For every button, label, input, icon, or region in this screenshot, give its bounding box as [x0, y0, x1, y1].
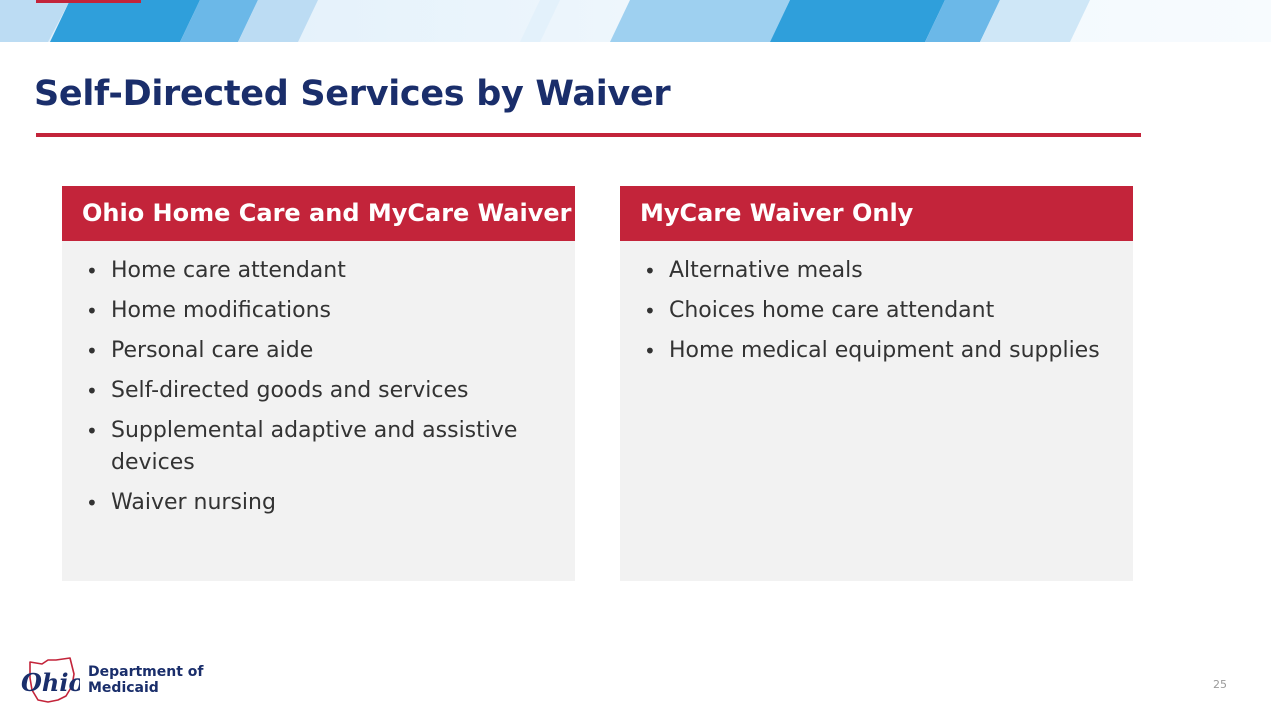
list-item-text: Home medical equipment and supplies	[669, 338, 1100, 363]
list-item: • Personal care aide	[84, 335, 555, 367]
panel-header: Ohio Home Care and MyCare Waiver	[62, 186, 575, 241]
list-item: • Choices home care attendant	[642, 295, 1113, 327]
ohio-logo: Ohio	[18, 656, 84, 704]
list-item-text: Home modifications	[111, 298, 331, 323]
bullet-icon: •	[644, 259, 656, 283]
bullet-icon: •	[86, 259, 98, 283]
title-divider	[36, 133, 1141, 137]
list-item: • Waiver nursing	[84, 487, 555, 519]
department-line-2: Medicaid	[88, 680, 159, 696]
list-item: • Self-directed goods and services	[84, 375, 555, 407]
list-item-text: Waiver nursing	[111, 490, 276, 515]
list-item: • Home care attendant	[84, 255, 555, 287]
bullet-icon: •	[86, 419, 98, 443]
list-item-text: Choices home care attendant	[669, 298, 995, 323]
department-name: Department of Medicaid	[88, 664, 204, 696]
list-item: • Home medical equipment and supplies	[642, 335, 1113, 367]
ohio-state-outline-icon: Ohio	[21, 657, 84, 703]
list-item: • Supplemental adaptive and assistive dev…	[84, 415, 555, 479]
list-item-text: Personal care aide	[111, 338, 314, 363]
slide-title: Self-Directed Services by Waiver	[34, 74, 671, 114]
logo-wordmark: Ohio	[21, 668, 80, 697]
bullet-icon: •	[86, 379, 98, 403]
department-line-1: Department of	[88, 664, 204, 680]
bullet-icon: •	[86, 299, 98, 323]
list-item-text: Supplemental adaptive and assistive devi…	[111, 418, 518, 475]
bullet-icon: •	[86, 491, 98, 515]
top-banner	[0, 0, 1271, 42]
list-item-text: Alternative meals	[669, 258, 863, 283]
bullet-icon: •	[644, 299, 656, 323]
list-item: • Home modifications	[84, 295, 555, 327]
bullet-icon: •	[86, 339, 98, 363]
panel-ohio-home-care-mycare: Ohio Home Care and MyCare Waiver • Home c…	[62, 186, 575, 581]
list-item-text: Self-directed goods and services	[111, 378, 469, 403]
bullet-icon: •	[644, 339, 656, 363]
service-list: • Home care attendant • Home modifications…	[62, 241, 575, 519]
banner-stripes	[0, 0, 1271, 42]
page-number: 25	[1213, 678, 1227, 691]
list-item-text: Home care attendant	[111, 258, 346, 283]
panel-header: MyCare Waiver Only	[620, 186, 1133, 241]
service-list: • Alternative meals • Choices home care at…	[620, 241, 1133, 367]
list-item: • Alternative meals	[642, 255, 1113, 287]
panel-mycare-only: MyCare Waiver Only • Alternative meals • C…	[620, 186, 1133, 581]
